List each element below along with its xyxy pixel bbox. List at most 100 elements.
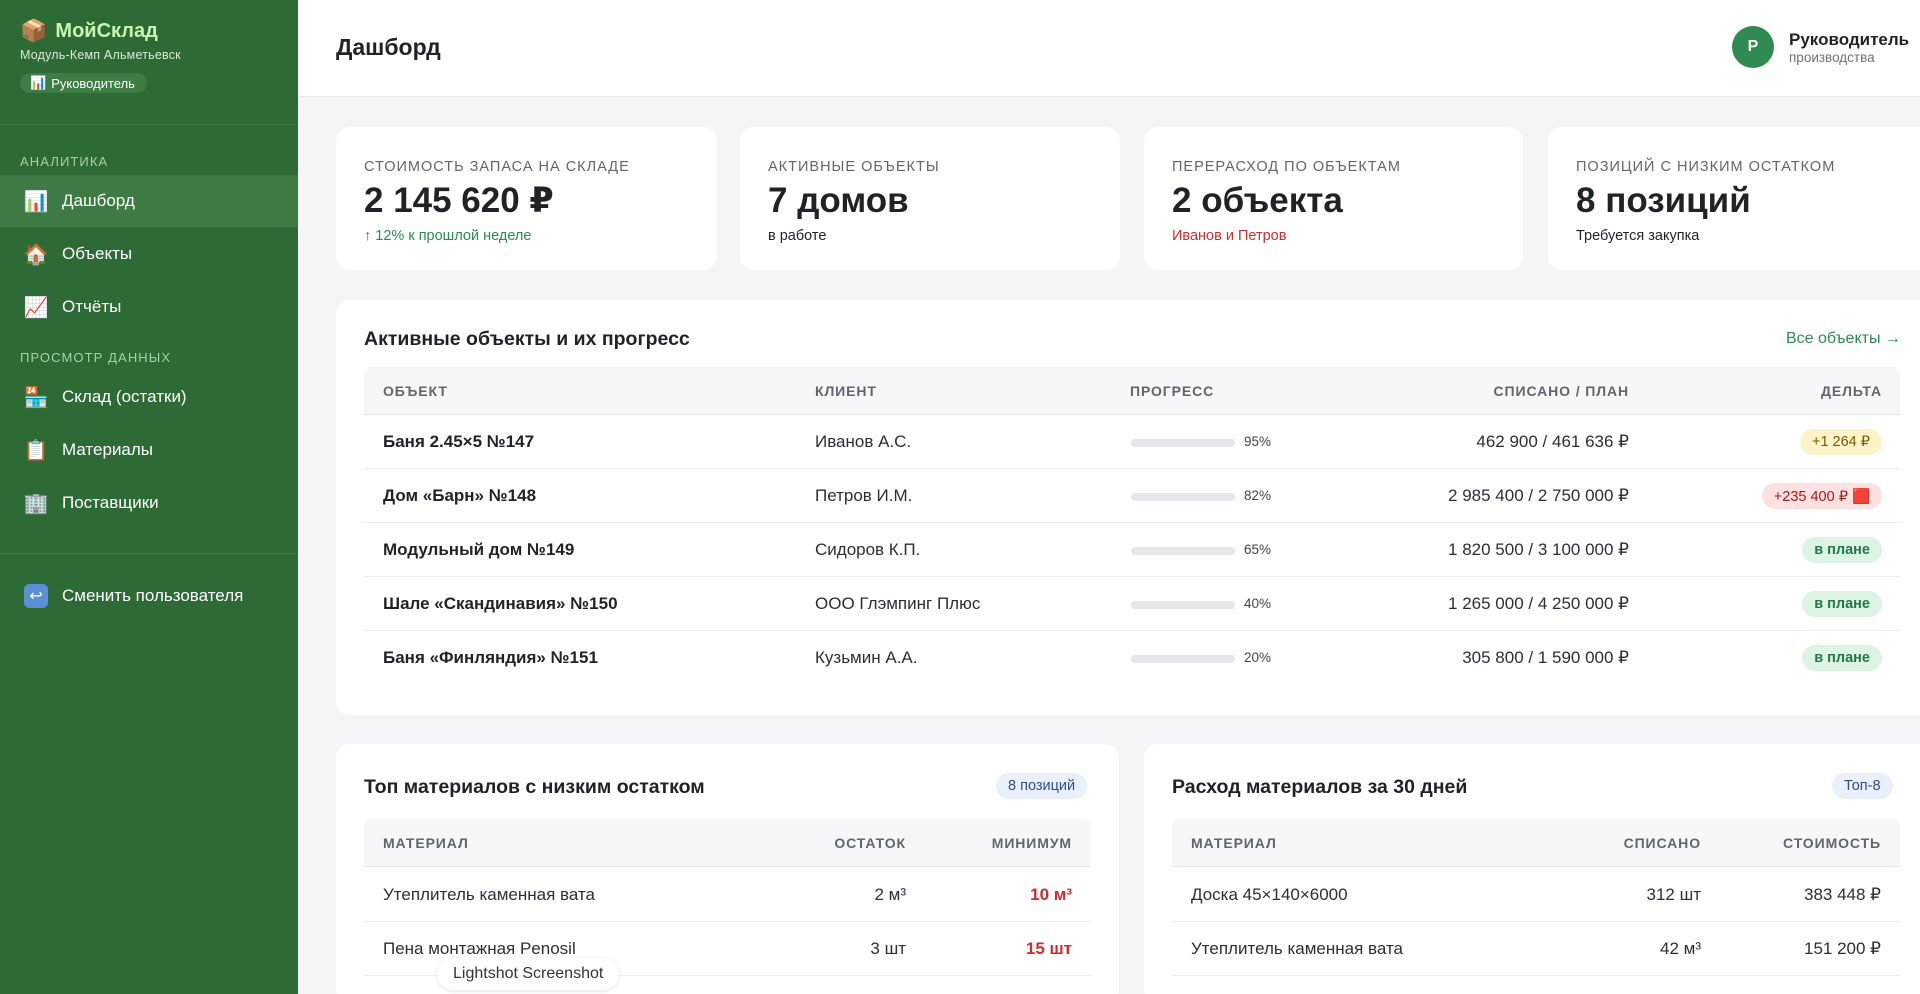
role-badge-label: Руководитель [51,75,135,91]
table-row[interactable]: Доска 45×140×6000 312 шт 383 448 ₽ [1172,868,1900,922]
col-object[interactable]: ОБЪЕКТ [383,383,448,399]
progress-label: 65% [1244,542,1272,557]
col-spent[interactable]: СПИСАНО [1624,835,1701,851]
low-stock-title: Топ материалов с низким остатком [364,776,705,798]
section-title-analytics: АНАЛИТИКА [20,154,109,169]
kpi-label: СТОИМОСТЬ ЗАПАСА НА СКЛАДЕ [364,159,630,175]
material-name: Доска 45×140×6000 [1191,885,1348,904]
progress-label: 95% [1244,434,1272,449]
brand[interactable]: 📦 МойСклад [20,18,158,44]
sidebar-item-reports[interactable]: 📈 Отчёты [0,281,298,333]
col-stock[interactable]: ОСТАТОК [834,835,906,851]
col-progress[interactable]: ПРОГРЕСС [1130,383,1214,399]
projects-table-header: ОБЪЕКТ КЛИЕНТ ПРОГРЕСС СПИСАНО / ПЛАН ДЕ… [364,367,1900,415]
kpi-card-stock-value: СТОИМОСТЬ ЗАПАСА НА СКЛАДЕ 2 145 620 ₽ ↑… [336,127,717,270]
minimum-value: 15 шт [1025,939,1072,958]
page-title: Дашборд [336,34,441,60]
top-chip: Топ-8 [1832,773,1893,799]
object-name[interactable]: Баня 2.45×5 №147 [383,432,534,452]
object-name[interactable]: Баня «Финляндия» №151 [383,648,598,668]
object-name[interactable]: Модульный дом №149 [383,540,574,560]
company-subtitle: Модуль-Кемп Альметьевск [20,48,181,62]
object-name[interactable]: Шале «Скандинавия» №150 [383,594,618,614]
material-name: Пена монтажная Penosil [383,939,576,958]
table-row[interactable]: Утеплитель каменная вата 2 м³ 10 м³ [364,868,1091,922]
sidebar-item-label: Поставщики [62,493,159,512]
sidebar-divider [0,553,298,554]
sidebar: 📦 МойСклад Модуль-Кемп Альметьевск 📊 Рук… [0,0,298,994]
delta-badge: в плане [1802,591,1882,617]
material-name: Утеплитель каменная вата [383,885,595,904]
screenshot-tool-tooltip: Lightshot Screenshot [437,958,620,990]
sidebar-item-label: Объекты [62,244,133,263]
delta-badge: в плане [1802,645,1882,671]
col-spent-plan[interactable]: СПИСАНО / ПЛАН [1494,383,1629,399]
progress-bar [1131,547,1235,555]
kpi-label: ПЕРЕРАСХОД ПО ОБЪЕКТАМ [1172,159,1401,175]
sidebar-item-dashboard[interactable]: 📊 Дашборд [0,175,298,227]
projects-card: Активные объекты и их прогресс Все объек… [336,300,1920,715]
progress-bar [1131,601,1235,609]
kpi-value: 8 позиций [1576,181,1751,220]
consumption-table-header: МАТЕРИАЛ СПИСАНО СТОИМОСТЬ [1172,819,1900,867]
office-building-icon: 🏢 [23,492,49,515]
topbar: Дашборд Р Руководитель производства [298,0,1920,97]
sidebar-item-objects[interactable]: 🏠 Объекты [0,228,298,280]
sidebar-item-label: Склад (остатки) [62,387,187,406]
user-name[interactable]: Руководитель [1789,30,1909,50]
spent-plan: 305 800 / 1 590 000 ₽ [1462,648,1629,667]
col-material[interactable]: МАТЕРИАЛ [383,835,469,851]
progress-label: 82% [1244,488,1272,503]
kpi-label: АКТИВНЫЕ ОБЪЕКТЫ [768,159,940,175]
cost-value: 383 448 ₽ [1804,885,1881,904]
client-name: Петров И.М. [815,486,913,505]
sidebar-item-label: Материалы [62,440,154,459]
avatar[interactable]: Р [1732,26,1774,68]
projects-title: Активные объекты и их прогресс [364,328,690,350]
house-icon: 🏠 [23,243,49,266]
kpi-label: ПОЗИЦИЙ С НИЗКИМ ОСТАТКОМ [1576,159,1836,175]
col-client[interactable]: КЛИЕНТ [815,383,877,399]
warehouse-icon: 🏪 [23,386,49,409]
stock-value: 2 м³ [874,885,906,904]
table-row[interactable]: Утеплитель каменная вата 42 м³ 151 200 ₽ [1172,922,1900,976]
client-name: ООО Глэмпинг Плюс [815,594,981,613]
table-row[interactable]: Баня «Финляндия» №151 Кузьмин А.А. 20% 3… [364,631,1900,685]
object-name[interactable]: Дом «Барн» №148 [383,486,536,506]
col-cost[interactable]: СТОИМОСТЬ [1783,835,1881,851]
sidebar-item-warehouse[interactable]: 🏪 Склад (остатки) [0,371,298,423]
all-objects-link[interactable]: Все объекты → [1786,330,1901,348]
progress-label: 20% [1244,650,1272,665]
kpi-card-low-stock: ПОЗИЦИЙ С НИЗКИМ ОСТАТКОМ 8 позиций Треб… [1548,127,1920,270]
switch-user-button[interactable]: ↩ Сменить пользователя [0,570,298,622]
col-minimum[interactable]: МИНИМУМ [992,835,1072,851]
client-name: Иванов А.С. [815,432,912,451]
kpi-note: Требуется закупка [1576,228,1700,244]
cost-value: 151 200 ₽ [1804,939,1881,958]
progress-bar [1131,655,1235,663]
sidebar-item-label: Отчёты [62,297,122,316]
material-name: Утеплитель каменная вата [1191,939,1403,958]
table-row[interactable]: Баня 2.45×5 №147 Иванов А.С. 95% 462 900… [364,415,1900,469]
kpi-value: 7 домов [768,181,909,220]
role-badge: 📊 Руководитель [20,73,147,93]
chart-icon: 📊 [30,75,47,90]
sidebar-item-label: Дашборд [62,191,135,210]
sidebar-item-suppliers[interactable]: 🏢 Поставщики [0,477,298,529]
clipboard-icon: 📋 [23,439,49,462]
col-material[interactable]: МАТЕРИАЛ [1191,835,1277,851]
sidebar-divider [0,124,298,125]
table-row[interactable]: Шале «Скандинавия» №150 ООО Глэмпинг Плю… [364,577,1900,631]
table-row[interactable]: Дом «Барн» №148 Петров И.М. 82% 2 985 40… [364,469,1900,523]
delta-badge: +1 264 ₽ [1799,429,1882,455]
package-icon: 📦 [20,18,48,43]
col-delta[interactable]: ДЕЛЬТА [1821,383,1882,399]
kpi-note: Иванов и Петров [1172,228,1287,244]
table-row[interactable]: Модульный дом №149 Сидоров К.П. 65% 1 82… [364,523,1900,577]
delta-badge: в плане [1802,537,1882,563]
kpi-note: в работе [768,228,827,244]
kpi-value: 2 145 620 ₽ [364,181,554,220]
count-chip: 8 позиций [996,773,1088,799]
kpi-note: ↑ 12% к прошлой неделе [364,228,532,244]
sidebar-item-materials[interactable]: 📋 Материалы [0,424,298,476]
